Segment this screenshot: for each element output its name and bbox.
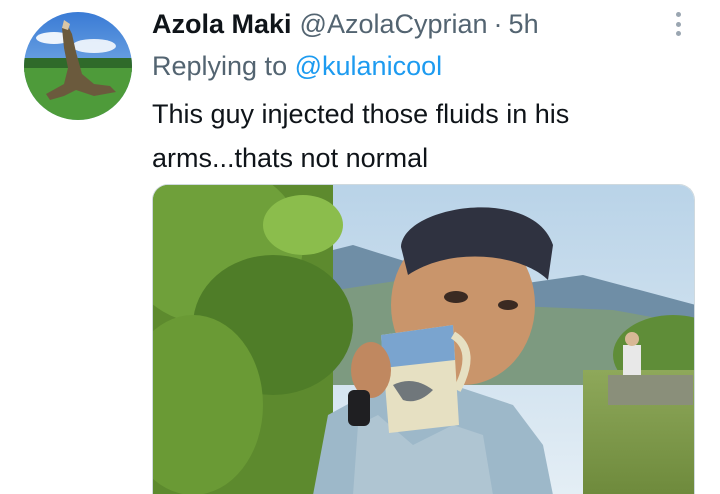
- more-dot: [675, 31, 681, 36]
- separator-dot: ·: [493, 9, 503, 39]
- tweet-media-photo[interactable]: [152, 184, 695, 494]
- replying-to: Replying to @kulanicool: [152, 48, 442, 84]
- avatar[interactable]: [24, 12, 132, 120]
- display-name[interactable]: Azola Maki: [152, 6, 292, 42]
- more-dot: [675, 12, 681, 17]
- more-dot: [675, 21, 681, 27]
- replying-prefix: Replying to: [152, 51, 288, 81]
- reply-mention-link[interactable]: @kulanicool: [295, 51, 443, 81]
- tweet-header: Azola Maki @AzolaCyprian · 5h: [152, 6, 539, 42]
- tweet-text: This guy injected those fluids in his ar…: [152, 99, 570, 173]
- timestamp[interactable]: 5h: [509, 6, 539, 42]
- more-vertical-icon[interactable]: [668, 10, 688, 38]
- user-handle[interactable]: @AzolaCyprian: [300, 6, 488, 42]
- tweet[interactable]: Azola Maki @AzolaCyprian · 5h Replying t…: [0, 0, 720, 494]
